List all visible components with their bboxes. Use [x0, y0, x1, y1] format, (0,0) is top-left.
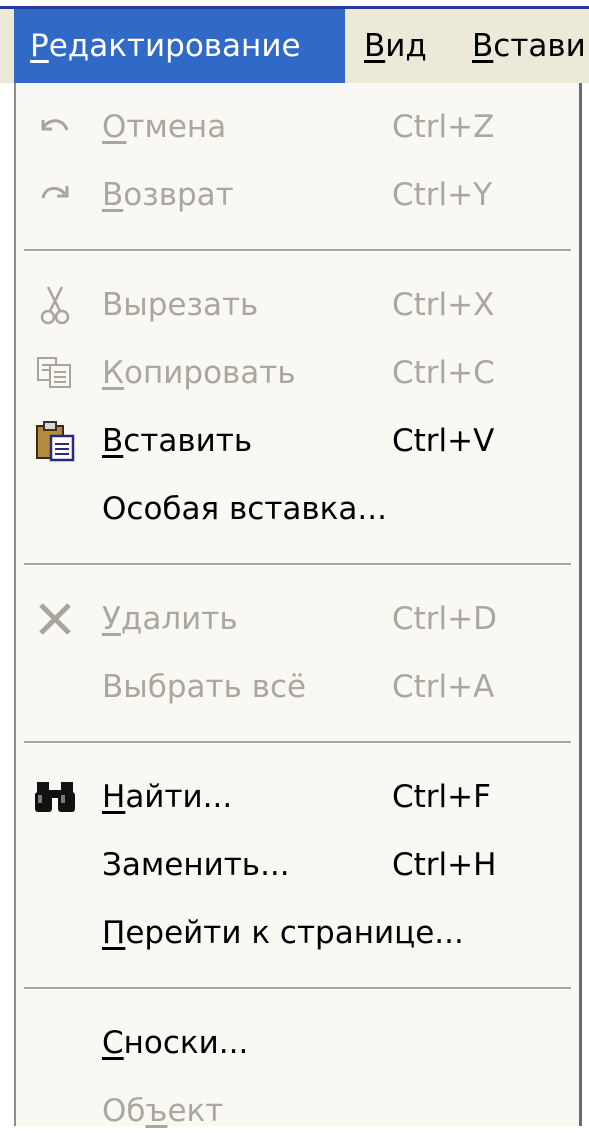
menubar-item-view[interactable]: Вид: [364, 9, 427, 83]
menu-item-label: Найти...: [102, 779, 233, 815]
clipboard-icon: [32, 419, 78, 463]
menu-item-shortcut: Ctrl+F: [392, 779, 491, 815]
menu-item-label: Сноски...: [102, 1025, 249, 1061]
menu-item-shortcut: Ctrl+A: [392, 669, 495, 705]
menu-item-shortcut: Ctrl+D: [392, 601, 498, 637]
menu-item-shortcut: Ctrl+Z: [392, 109, 495, 145]
menu-item-label: Удалить: [102, 601, 238, 637]
menu-item-shortcut: Ctrl+Y: [392, 177, 493, 213]
menu-item-3-0[interactable]: Найти... Ctrl+F: [16, 763, 579, 831]
menu-bar: Редактирование Вид Встави: [0, 9, 589, 83]
menu-item-label: Вырезать: [102, 287, 259, 323]
menu-item-1-1: Копировать Ctrl+C: [16, 339, 579, 407]
menubar-item-insert[interactable]: Встави: [472, 9, 586, 83]
menu-item-1-2[interactable]: Вставить Ctrl+V: [16, 407, 579, 475]
menu-separator: [24, 249, 571, 252]
menu-item-4-0[interactable]: Сноски...: [16, 1009, 579, 1077]
menu-separator: [24, 987, 571, 990]
menu-item-label: Возврат: [102, 177, 234, 213]
menu-item-shortcut: Ctrl+H: [392, 847, 497, 883]
menu-item-label: Заменить...: [102, 847, 290, 883]
binoculars-icon: [32, 775, 78, 819]
redo-icon: [32, 173, 78, 217]
menu-item-1-3[interactable]: Особая вставка...: [16, 475, 579, 543]
menu-item-2-0: Удалить Ctrl+D: [16, 585, 579, 653]
menu-item-1-0: Вырезать Ctrl+X: [16, 271, 579, 339]
menu-item-0-0: Отмена Ctrl+Z: [16, 93, 579, 161]
menu-item-label: Перейти к странице...: [102, 915, 464, 951]
scissors-icon: [32, 283, 78, 327]
menu-item-4-1: Объект: [16, 1077, 579, 1145]
copy-icon: [32, 351, 78, 395]
menu-item-label: Особая вставка...: [102, 491, 387, 527]
menu-item-label: Отмена: [102, 109, 227, 145]
menu-item-2-1: Выбрать всё Ctrl+A: [16, 653, 579, 721]
menu-item-3-2[interactable]: Перейти к странице...: [16, 899, 579, 967]
menu-separator: [24, 563, 571, 566]
menu-item-label: Выбрать всё: [102, 669, 307, 705]
menu-item-label: Копировать: [102, 355, 296, 391]
undo-icon: [32, 105, 78, 149]
menu-item-0-1: Возврат Ctrl+Y: [16, 161, 579, 229]
edit-dropdown-menu: Отмена Ctrl+Z Возврат Ctrl+Y Вырезать Ctrl+X К…: [14, 83, 582, 1129]
menu-item-3-1[interactable]: Заменить... Ctrl+H: [16, 831, 579, 899]
menu-item-shortcut: Ctrl+X: [392, 287, 495, 323]
menu-separator: [24, 741, 571, 744]
menu-item-label: Вставить: [102, 423, 253, 459]
menu-item-shortcut: Ctrl+V: [392, 423, 495, 459]
menu-item-label: Объект: [102, 1093, 224, 1129]
menubar-item-edit[interactable]: Редактирование: [14, 9, 345, 83]
delete-x-icon: [32, 597, 78, 641]
menu-item-shortcut: Ctrl+C: [392, 355, 495, 391]
